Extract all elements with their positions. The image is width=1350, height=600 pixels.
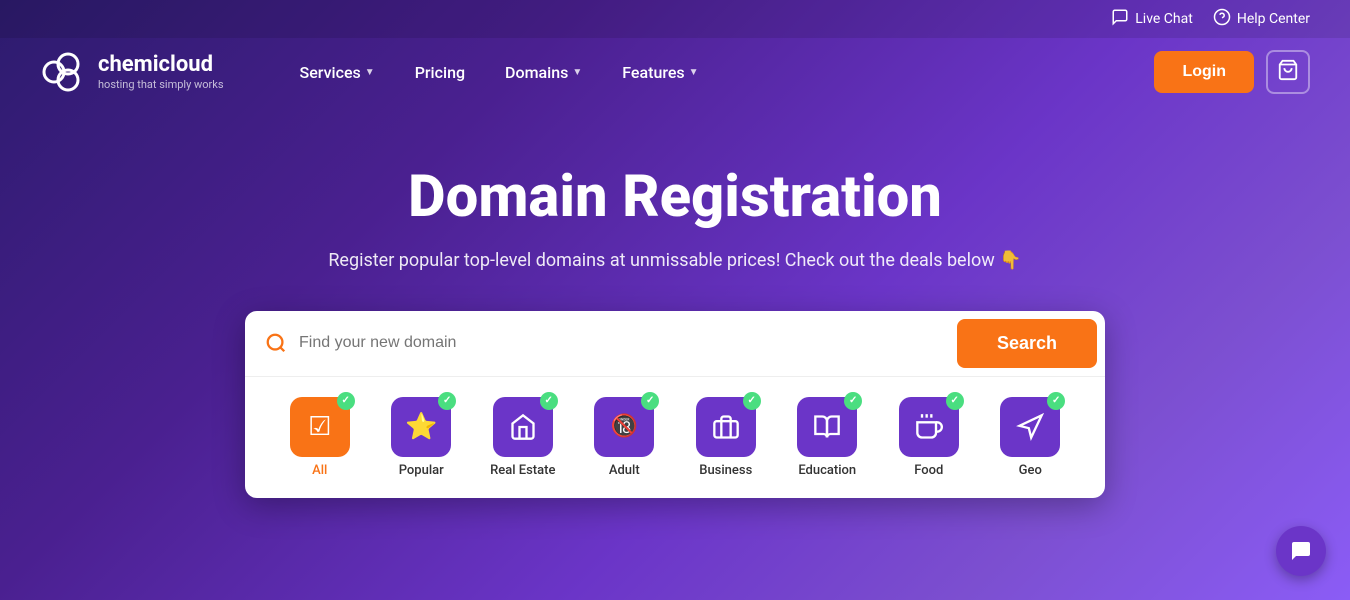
nav-menu: Services ▼ Pricing Domains ▼ Features ▼ <box>284 55 1155 90</box>
category-adult[interactable]: 🔞 ✓ Adult <box>574 393 676 482</box>
hero-title: Domain Registration <box>40 166 1310 230</box>
logo[interactable]: chemicloud hosting that simply works <box>40 48 224 96</box>
real-estate-checkmark: ✓ <box>540 392 558 410</box>
category-popular-label: Popular <box>399 463 444 478</box>
chat-bubble[interactable] <box>1276 526 1326 576</box>
search-container: Search ☑ ✓ All ⭐ ✓ Popular <box>245 311 1105 498</box>
nav-services-label: Services <box>300 63 361 82</box>
cart-icon <box>1277 59 1299 86</box>
services-chevron-icon: ▼ <box>365 67 375 78</box>
domain-search-input[interactable] <box>299 334 957 352</box>
category-all[interactable]: ☑ ✓ All <box>269 393 371 482</box>
category-all-icon: ☑ ✓ <box>290 397 350 457</box>
category-all-label: All <box>312 463 327 478</box>
category-adult-label: Adult <box>609 463 640 478</box>
features-chevron-icon: ▼ <box>689 67 699 78</box>
adult-checkmark: ✓ <box>641 392 659 410</box>
nav-domains[interactable]: Domains ▼ <box>489 55 598 90</box>
category-food[interactable]: ✓ Food <box>878 393 980 482</box>
nav-pricing[interactable]: Pricing <box>399 55 481 90</box>
help-center-link[interactable]: Help Center <box>1213 8 1310 30</box>
nav-actions: Login <box>1154 50 1310 94</box>
category-education-icon: ✓ <box>797 397 857 457</box>
category-geo-icon: ✓ <box>1000 397 1060 457</box>
chat-bubble-icon <box>1289 539 1313 563</box>
category-popular-icon: ⭐ ✓ <box>391 397 451 457</box>
category-food-label: Food <box>914 463 943 478</box>
search-icon <box>265 332 287 354</box>
category-adult-icon: 🔞 ✓ <box>594 397 654 457</box>
domains-chevron-icon: ▼ <box>572 67 582 78</box>
help-center-label: Help Center <box>1237 11 1310 27</box>
geo-checkmark: ✓ <box>1047 392 1065 410</box>
category-geo[interactable]: ✓ Geo <box>980 393 1082 482</box>
hero-subtitle: Register popular top-level domains at un… <box>40 250 1310 271</box>
business-checkmark: ✓ <box>743 392 761 410</box>
category-geo-label: Geo <box>1019 463 1042 478</box>
category-business-label: Business <box>699 463 752 478</box>
top-bar: Live Chat Help Center <box>0 0 1350 38</box>
category-real-estate-icon: ✓ <box>493 397 553 457</box>
categories-row: ☑ ✓ All ⭐ ✓ Popular ✓ <box>245 376 1105 498</box>
cart-button[interactable] <box>1266 50 1310 94</box>
category-education[interactable]: ✓ Education <box>777 393 879 482</box>
category-popular[interactable]: ⭐ ✓ Popular <box>371 393 473 482</box>
category-real-estate-label: Real Estate <box>490 463 555 478</box>
category-business-icon: ✓ <box>696 397 756 457</box>
category-food-icon: ✓ <box>899 397 959 457</box>
hero-section: Domain Registration Register popular top… <box>0 106 1350 538</box>
logo-icon <box>40 48 88 96</box>
category-real-estate[interactable]: ✓ Real Estate <box>472 393 574 482</box>
category-education-label: Education <box>798 463 856 478</box>
help-icon <box>1213 8 1231 30</box>
live-chat-label: Live Chat <box>1135 11 1193 27</box>
search-row: Search <box>245 311 1105 376</box>
nav-domains-label: Domains <box>505 63 568 82</box>
education-checkmark: ✓ <box>844 392 862 410</box>
header: chemicloud hosting that simply works Ser… <box>0 38 1350 106</box>
nav-features[interactable]: Features ▼ <box>606 55 714 90</box>
search-button[interactable]: Search <box>957 319 1097 368</box>
all-checkmark: ✓ <box>337 392 355 410</box>
logo-text: chemicloud hosting that simply works <box>98 53 224 90</box>
popular-checkmark: ✓ <box>438 392 456 410</box>
nav-features-label: Features <box>622 63 684 82</box>
live-chat-link[interactable]: Live Chat <box>1111 8 1193 30</box>
nav-services[interactable]: Services ▼ <box>284 55 391 90</box>
logo-tagline: hosting that simply works <box>98 78 224 91</box>
nav-pricing-label: Pricing <box>415 63 465 82</box>
category-business[interactable]: ✓ Business <box>675 393 777 482</box>
chat-icon <box>1111 8 1129 30</box>
logo-brand: chemicloud <box>98 53 224 77</box>
food-checkmark: ✓ <box>946 392 964 410</box>
login-button[interactable]: Login <box>1154 51 1254 93</box>
